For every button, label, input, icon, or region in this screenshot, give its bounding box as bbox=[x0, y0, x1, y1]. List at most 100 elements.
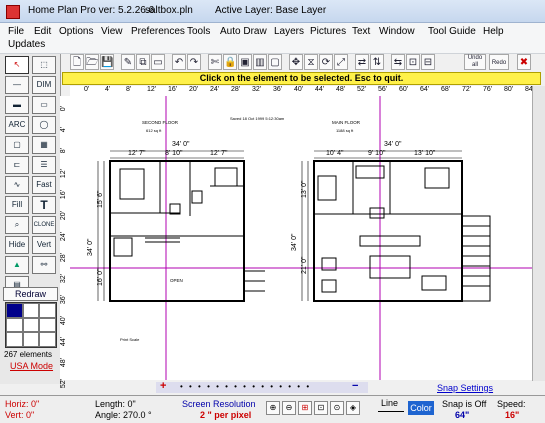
menu-updates[interactable]: Updates bbox=[8, 39, 45, 50]
delete-icon[interactable]: ✖ bbox=[517, 54, 531, 70]
flip-icon[interactable]: ⧖ bbox=[304, 54, 318, 70]
menu-options[interactable]: Options bbox=[59, 26, 93, 37]
menu-preferences[interactable]: Preferences bbox=[131, 26, 185, 37]
grid-cell[interactable] bbox=[6, 332, 23, 347]
menu-edit[interactable]: Edit bbox=[34, 26, 51, 37]
dimension-label: 10' 4" bbox=[326, 150, 344, 157]
dimension-label: 13' 0" bbox=[301, 180, 308, 198]
rectangle-tool-icon[interactable]: ▢ bbox=[5, 136, 29, 154]
cut-icon[interactable]: ✄ bbox=[208, 54, 222, 70]
text-tool-icon[interactable]: T bbox=[32, 196, 56, 214]
edit-icon[interactable]: ✎ bbox=[121, 54, 135, 70]
zoom-tool-icon[interactable]: ⌕ bbox=[5, 216, 29, 234]
menu-layers[interactable]: Layers bbox=[274, 26, 304, 37]
dimension-label: 15' 6" bbox=[97, 190, 104, 208]
menu-auto-draw[interactable]: Auto Draw bbox=[220, 26, 267, 37]
menu-view[interactable]: View bbox=[101, 26, 123, 37]
remove-page-icon[interactable]: − bbox=[352, 380, 358, 392]
snap-settings-link[interactable]: Snap Settings bbox=[437, 383, 493, 393]
stretch-icon[interactable]: ⤢ bbox=[334, 54, 348, 70]
grid-cell[interactable] bbox=[6, 303, 23, 318]
ruler-tick-label: 4' bbox=[105, 86, 111, 93]
menu-tool-guide[interactable]: Tool Guide bbox=[428, 26, 476, 37]
usa-mode-link[interactable]: USA Mode bbox=[10, 361, 53, 371]
paste-icon[interactable]: ▭ bbox=[151, 54, 165, 70]
save-as-icon[interactable]: ▣ bbox=[238, 54, 252, 70]
open-file-icon[interactable]: 🗁 bbox=[85, 54, 99, 70]
fill-tool[interactable]: Fill bbox=[5, 196, 29, 214]
layer-grid-selector[interactable] bbox=[5, 302, 57, 348]
grid-cell[interactable] bbox=[22, 303, 40, 318]
zoom-out-icon[interactable]: ⊖ bbox=[282, 401, 296, 415]
page-dots[interactable]: • • • • • • • • • • • • • • • bbox=[180, 382, 311, 391]
wall-tool-icon[interactable]: ▬ bbox=[5, 96, 29, 114]
window-tool-icon[interactable]: ▦ bbox=[32, 136, 56, 154]
ruler-tick-label: 40' bbox=[60, 316, 67, 326]
ruler-tick-label: 72' bbox=[462, 86, 472, 93]
door-tool-icon[interactable]: ⊏ bbox=[5, 156, 29, 174]
zoom-in-icon[interactable]: ⊕ bbox=[266, 401, 280, 415]
undo-all-button[interactable]: Undo all bbox=[464, 54, 486, 70]
menu-file[interactable]: File bbox=[8, 26, 24, 37]
ruler-tick-label: 56' bbox=[378, 86, 388, 93]
vertical-tool[interactable]: Vert bbox=[32, 236, 56, 254]
link-tool-icon[interactable]: ⚯ bbox=[32, 256, 56, 274]
grid-cell[interactable] bbox=[22, 317, 40, 333]
stairs-tool-icon[interactable]: ☰ bbox=[32, 156, 56, 174]
page-navigator[interactable]: + • • • • • • • • • • • • • • • − bbox=[156, 380, 368, 393]
dimension-tool[interactable]: DIM bbox=[32, 76, 56, 94]
grid-cell[interactable] bbox=[39, 317, 56, 333]
redo-button[interactable]: Redo bbox=[489, 54, 509, 70]
redo-icon[interactable]: ↷ bbox=[187, 54, 201, 70]
clone-tool[interactable]: CLONE bbox=[32, 216, 56, 234]
select-arrow-icon[interactable]: ↖ bbox=[5, 56, 29, 74]
rotate-icon[interactable]: ⟳ bbox=[319, 54, 333, 70]
fast-text-tool[interactable]: Fast bbox=[32, 176, 56, 194]
grid-cell[interactable] bbox=[6, 317, 23, 333]
main-floor-title: MAIN FLOOR bbox=[332, 120, 361, 125]
zoom-window-icon[interactable]: ⊞ bbox=[298, 401, 312, 415]
menu-help[interactable]: Help bbox=[483, 26, 504, 37]
move-icon[interactable]: ✥ bbox=[289, 54, 303, 70]
select-box-icon[interactable]: ⬚ bbox=[32, 56, 56, 74]
redraw-button[interactable]: Redraw bbox=[3, 287, 58, 301]
copy-icon[interactable]: ⧉ bbox=[136, 54, 150, 70]
layers-icon[interactable]: ▥ bbox=[253, 54, 267, 70]
new-file-icon[interactable]: 🗋 bbox=[70, 54, 84, 70]
circle-tool-icon[interactable]: ◯ bbox=[32, 116, 56, 134]
mirror-h-icon[interactable]: ⇄ bbox=[355, 54, 369, 70]
group-icon[interactable]: ⊡ bbox=[406, 54, 420, 70]
double-wall-icon[interactable]: ▭ bbox=[32, 96, 56, 114]
ungroup-icon[interactable]: ⊟ bbox=[421, 54, 435, 70]
hide-tool[interactable]: Hide bbox=[5, 236, 29, 254]
menu-text[interactable]: Text bbox=[352, 26, 370, 37]
drawing-canvas[interactable]: SECOND FLOOR 612 sq ft Saved 18 Oct 1999… bbox=[70, 96, 532, 380]
menu-pictures[interactable]: Pictures bbox=[310, 26, 346, 37]
zoom-prev-icon[interactable]: ⊙ bbox=[330, 401, 344, 415]
grid-cell[interactable] bbox=[22, 332, 40, 347]
line-style-sample[interactable] bbox=[378, 411, 404, 412]
pan-icon[interactable]: ◈ bbox=[346, 401, 360, 415]
menu-tools[interactable]: Tools bbox=[187, 26, 210, 37]
zoom-fit-icon[interactable]: ⊡ bbox=[314, 401, 328, 415]
menu-window[interactable]: Window bbox=[379, 26, 415, 37]
add-page-icon[interactable]: + bbox=[160, 380, 166, 392]
curve-tool-icon[interactable]: ∿ bbox=[5, 176, 29, 194]
arc-tool[interactable]: ARC bbox=[5, 116, 29, 134]
swap-icon[interactable]: ⇆ bbox=[391, 54, 405, 70]
ruler-tick-label: 32' bbox=[252, 86, 262, 93]
color-button[interactable]: Color bbox=[408, 401, 434, 415]
save-icon[interactable]: 💾 bbox=[100, 54, 114, 70]
lock-icon[interactable]: 🔒 bbox=[223, 54, 237, 70]
screen-resolution-label: Screen Resolution bbox=[182, 399, 256, 409]
dimension-label: 8' 10" bbox=[165, 150, 183, 157]
mirror-v-icon[interactable]: ⇅ bbox=[370, 54, 384, 70]
grid-cell[interactable] bbox=[39, 303, 56, 318]
grid-cell[interactable] bbox=[39, 332, 56, 347]
undo-icon[interactable]: ↶ bbox=[172, 54, 186, 70]
line-tool-icon[interactable]: — bbox=[5, 76, 29, 94]
image-tool-icon[interactable]: ▲ bbox=[5, 256, 29, 274]
rectangle-icon[interactable]: ▢ bbox=[268, 54, 282, 70]
vertical-scrollbar[interactable] bbox=[532, 86, 545, 381]
ruler-tick-label: 0' bbox=[60, 106, 67, 112]
